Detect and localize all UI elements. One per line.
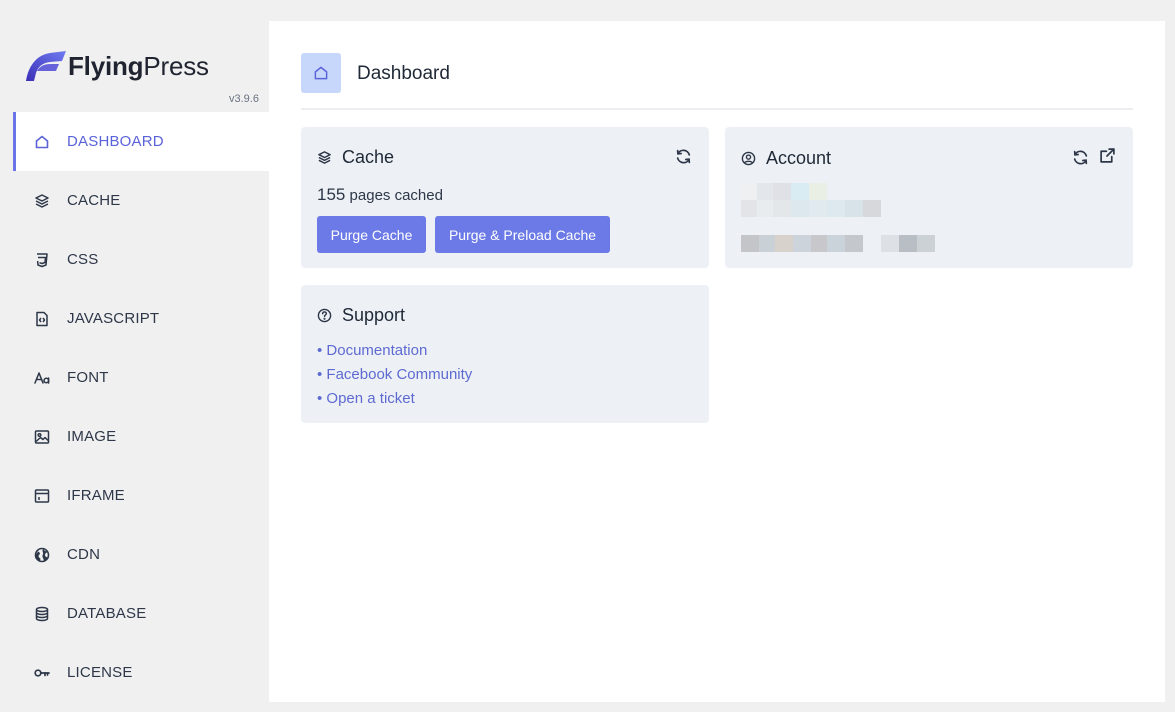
page-header: Dashboard <box>301 53 1133 110</box>
css3-icon <box>34 252 50 268</box>
font-icon <box>34 370 50 386</box>
sidebar-item-iframe[interactable]: IFRAME <box>13 466 269 525</box>
sidebar-item-cdn[interactable]: CDN <box>13 525 269 584</box>
pages-cached-count: 155 pages cached <box>317 185 443 205</box>
sidebar-item-label: IFRAME <box>67 487 125 504</box>
sidebar-item-label: CSS <box>67 251 99 268</box>
sidebar-item-javascript[interactable]: JAVASCRIPT <box>13 289 269 348</box>
sidebar-item-label: JAVASCRIPT <box>67 310 160 327</box>
cached-count-suffix: pages cached <box>349 187 443 204</box>
refresh-icon[interactable] <box>675 148 692 165</box>
image-icon <box>34 429 50 445</box>
sidebar-item-label: DATABASE <box>67 605 147 622</box>
page-title: Dashboard <box>357 63 450 84</box>
cached-count-value: 155 <box>317 185 346 204</box>
window-icon <box>34 488 50 504</box>
account-card-title: Account <box>741 148 831 169</box>
home-icon <box>301 53 341 93</box>
layers-icon <box>34 193 50 209</box>
version-label: v3.9.6 <box>229 93 259 105</box>
facebook-community-link[interactable]: • Facebook Community <box>317 363 472 387</box>
database-icon <box>34 606 50 622</box>
sidebar-item-label: CACHE <box>67 192 121 209</box>
account-title-text: Account <box>766 148 832 168</box>
layers-icon <box>318 151 331 164</box>
main-content: Dashboard Cache 155 pages cached Purge C… <box>269 21 1165 702</box>
open-ticket-link[interactable]: • Open a ticket <box>317 387 472 411</box>
support-card-title: Support <box>317 305 405 326</box>
sidebar-item-css[interactable]: CSS <box>13 230 269 289</box>
cache-card-title: Cache <box>317 147 394 168</box>
refresh-icon[interactable] <box>1072 149 1089 166</box>
sidebar-item-license[interactable]: LICENSE <box>13 643 269 702</box>
flyingpress-logo-icon <box>26 51 66 81</box>
sidebar-nav: DASHBOARD CACHE CSS JAVASCRIPT FONT IMAG… <box>13 112 269 702</box>
sidebar-item-label: IMAGE <box>67 428 117 445</box>
home-icon <box>34 134 50 150</box>
brand-logo[interactable]: FlyingPress <box>24 48 209 84</box>
cache-card: Cache 155 pages cached Purge Cache Purge… <box>301 127 709 268</box>
sidebar-item-label: DASHBOARD <box>67 133 164 150</box>
account-card: Account <box>725 127 1133 268</box>
brand-name-bold: Flying <box>68 50 144 81</box>
brand-name-thin: Press <box>143 50 209 81</box>
purge-cache-button[interactable]: Purge Cache <box>317 216 426 253</box>
sidebar-item-database[interactable]: DATABASE <box>13 584 269 643</box>
sidebar-item-image[interactable]: IMAGE <box>13 407 269 466</box>
question-circle-icon <box>317 308 332 323</box>
documentation-link[interactable]: • Documentation <box>317 339 472 363</box>
sidebar-item-label: LICENSE <box>67 664 133 681</box>
sidebar: FlyingPress v3.9.6 DASHBOARD CACHE CSS J <box>0 0 269 712</box>
file-code-icon <box>34 311 50 327</box>
purge-preload-cache-button[interactable]: Purge & Preload Cache <box>435 216 610 253</box>
sidebar-item-label: FONT <box>67 369 109 386</box>
sidebar-item-label: CDN <box>67 546 101 563</box>
globe-icon <box>34 547 50 563</box>
sidebar-item-cache[interactable]: CACHE <box>13 171 269 230</box>
sidebar-item-font[interactable]: FONT <box>13 348 269 407</box>
support-links: • Documentation • Facebook Community • O… <box>317 339 472 411</box>
cache-title-text: Cache <box>342 147 395 167</box>
support-card: Support • Documentation • Facebook Commu… <box>301 285 709 423</box>
key-icon <box>34 665 50 681</box>
brand-name: FlyingPress <box>68 51 209 82</box>
sidebar-item-dashboard[interactable]: DASHBOARD <box>13 112 269 171</box>
user-circle-icon <box>741 151 756 166</box>
support-title-text: Support <box>342 305 406 325</box>
external-link-icon[interactable] <box>1099 147 1116 164</box>
